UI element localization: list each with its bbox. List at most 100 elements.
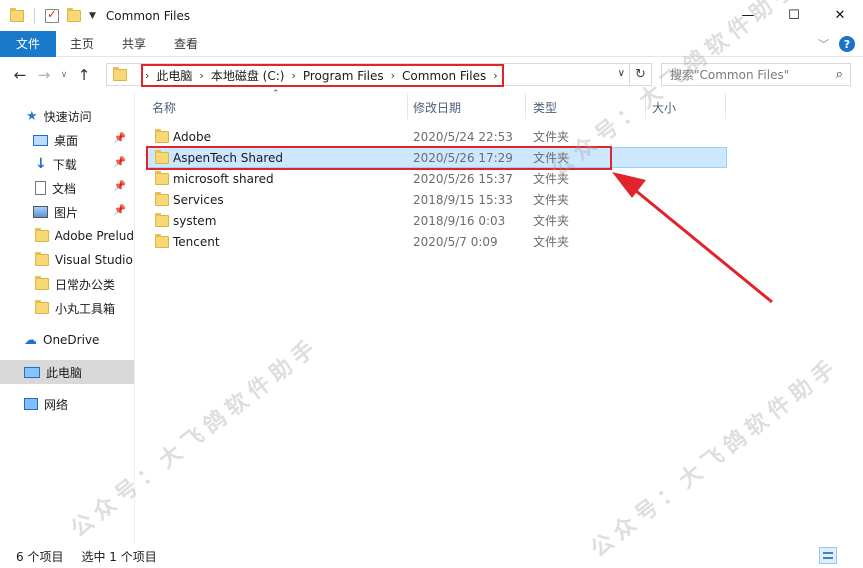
breadcrumb-this-pc[interactable]: 此电脑 (156, 67, 192, 84)
sidebar-item-desktop[interactable]: 桌面 📌 (0, 128, 134, 152)
column-divider[interactable] (407, 93, 408, 119)
breadcrumb-program-files[interactable]: Program Files (303, 69, 384, 83)
column-header-name[interactable]: 名称 (152, 99, 176, 116)
large-icons-view-button[interactable] (839, 547, 857, 564)
details-view-button[interactable] (819, 547, 837, 564)
minimize-button[interactable]: — (725, 0, 771, 31)
list-item[interactable]: system 2018/9/16 0:03 文件夹 (147, 210, 727, 231)
folder-icon (155, 192, 169, 206)
address-dropdown-chevron-icon[interactable]: ∨ (618, 68, 625, 79)
back-arrow-icon[interactable]: ← (8, 66, 32, 84)
star-icon: ★ (26, 108, 38, 124)
breadcrumb-chevron-icon[interactable]: › (145, 69, 156, 82)
search-input[interactable]: 搜索"Common Files" ⌕ (661, 63, 851, 86)
ribbon-tabs: 文件 主页 共享 查看 ﹀ ? (0, 30, 863, 57)
recent-locations-chevron-icon[interactable]: ∨ (56, 70, 72, 80)
sidebar-item-downloads[interactable]: ↓ 下载 📌 (0, 152, 134, 176)
search-icon[interactable]: ⌕ (836, 67, 843, 82)
refresh-icon[interactable]: ↻ (630, 63, 652, 86)
tab-home[interactable]: 主页 (56, 31, 108, 57)
column-divider[interactable] (725, 93, 726, 119)
file-name: Tencent (173, 234, 220, 249)
new-folder-icon[interactable] (67, 7, 81, 22)
navigation-bar: ← → ∨ ↑ › 此电脑 › 本地磁盘 (C:) › Program File… (0, 58, 863, 92)
pane-divider[interactable] (134, 92, 135, 544)
sidebar-item-daily-office[interactable]: 日常办公类 (0, 272, 134, 296)
tab-share[interactable]: 共享 (108, 31, 160, 57)
breadcrumb-chevron-icon[interactable]: › (192, 69, 210, 82)
column-divider[interactable] (645, 93, 646, 119)
folder-icon (155, 234, 169, 248)
tab-view[interactable]: 查看 (160, 31, 212, 57)
document-icon (35, 181, 46, 195)
sidebar-item-this-pc[interactable]: 此电脑 (0, 360, 134, 384)
list-item[interactable]: microsoft shared 2020/5/26 15:37 文件夹 (147, 168, 727, 189)
download-icon: ↓ (35, 156, 47, 172)
toolbar-divider (34, 7, 35, 24)
list-item[interactable]: Tencent 2020/5/7 0:09 文件夹 (147, 231, 727, 252)
help-icon[interactable]: ? (839, 36, 855, 52)
file-type: 文件夹 (533, 235, 570, 249)
maximize-button[interactable]: ☐ (771, 0, 817, 31)
tab-file[interactable]: 文件 (0, 30, 56, 57)
sidebar-item-onedrive[interactable]: ☁ OneDrive (0, 328, 134, 352)
pin-icon: 📌 (113, 205, 126, 216)
sidebar-item-toolbox[interactable]: 小丸工具箱 (0, 296, 134, 320)
breadcrumb-common-files[interactable]: Common Files (402, 69, 486, 83)
list-item[interactable]: Adobe 2020/5/24 22:53 文件夹 (147, 126, 727, 147)
sidebar-item-label: Visual Studio (55, 253, 133, 267)
close-button[interactable]: ✕ (817, 0, 863, 31)
file-type: 文件夹 (533, 172, 570, 186)
sidebar-item-documents[interactable]: 文档 📌 (0, 176, 134, 200)
breadcrumb-chevron-icon[interactable]: › (384, 69, 402, 82)
file-name: microsoft shared (173, 171, 274, 186)
sort-ascending-icon: ⌃ (272, 89, 280, 99)
sidebar-item-visual-studio[interactable]: Visual Studio (0, 248, 134, 272)
folder-icon (35, 228, 49, 242)
file-date: 2020/5/24 22:53 (413, 129, 513, 144)
cloud-icon: ☁ (24, 332, 37, 348)
desktop-icon (33, 134, 48, 146)
breadcrumb-chevron-icon[interactable]: › (486, 69, 497, 82)
file-name: Services (173, 192, 224, 207)
sidebar-item-label: 此电脑 (46, 365, 83, 380)
customize-toolbar-chevron-icon[interactable]: ▼ (89, 11, 96, 21)
sidebar-item-label: 文档 (52, 181, 77, 196)
sidebar-item-network[interactable]: 网络 (0, 392, 134, 416)
expand-ribbon-chevron-icon[interactable]: ﹀ (818, 36, 829, 52)
ribbon-right-controls: ﹀ ? (818, 36, 855, 52)
folder-icon (155, 213, 169, 227)
column-divider[interactable] (525, 93, 526, 119)
sidebar-item-quick-access[interactable]: ★ 快速访问 (0, 104, 134, 128)
sidebar-item-label: 日常办公类 (55, 277, 116, 292)
sidebar-item-label: 小丸工具箱 (55, 301, 116, 316)
column-header-type[interactable]: 类型 (533, 99, 557, 116)
column-headers: ⌃ 名称 修改日期 类型 大小 (147, 89, 727, 119)
address-bar[interactable]: › 此电脑 › 本地磁盘 (C:) › Program Files › Comm… (106, 63, 630, 87)
column-header-size[interactable]: 大小 (652, 99, 676, 116)
sidebar-item-pictures[interactable]: 图片 📌 (0, 200, 134, 224)
folder-icon (35, 300, 49, 314)
list-item[interactable]: Services 2018/9/15 15:33 文件夹 (147, 189, 727, 210)
file-date: 2020/5/26 15:37 (413, 171, 513, 186)
sidebar-item-label: Adobe Prelud (54, 229, 134, 243)
folder-icon (113, 66, 127, 81)
up-arrow-icon[interactable]: ↑ (72, 66, 96, 84)
sidebar-item-label: 下载 (52, 157, 77, 172)
forward-arrow-icon[interactable]: → (32, 66, 56, 84)
properties-icon[interactable] (45, 7, 59, 23)
pin-icon: 📌 (113, 181, 126, 192)
folder-icon (35, 276, 49, 290)
sidebar-item-label: 图片 (54, 205, 79, 220)
file-name: system (173, 213, 217, 228)
pictures-icon (33, 206, 48, 218)
sidebar-item-adobe-prelude[interactable]: Adobe Prelud (0, 224, 134, 248)
file-type: 文件夹 (533, 214, 570, 228)
breadcrumb-chevron-icon[interactable]: › (284, 69, 302, 82)
breadcrumb-local-disk[interactable]: 本地磁盘 (C:) (211, 67, 285, 84)
column-header-date[interactable]: 修改日期 (413, 99, 461, 116)
folder-icon (155, 171, 169, 185)
